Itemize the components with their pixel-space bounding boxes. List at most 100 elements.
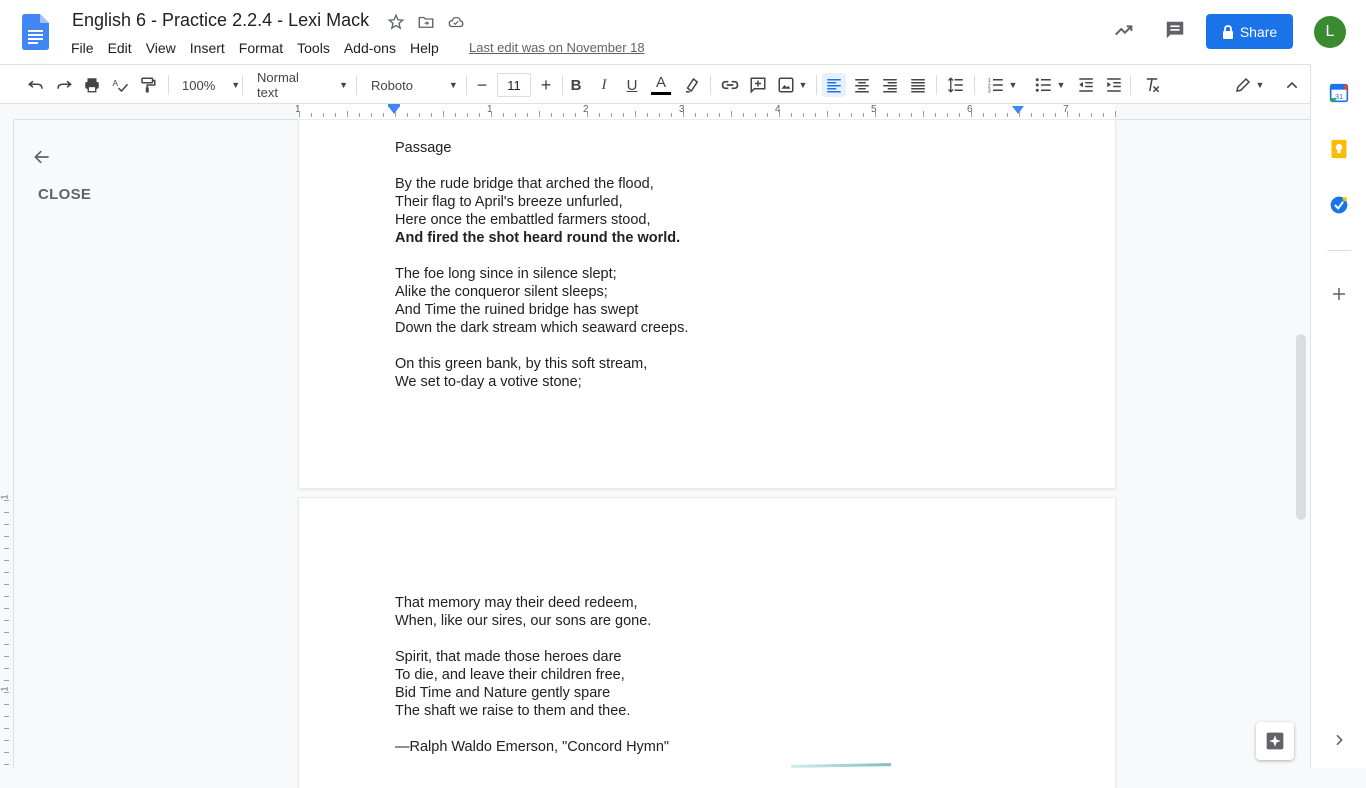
align-left-icon[interactable] <box>822 73 846 97</box>
horizontal-ruler[interactable]: 1 1 2 3 4 5 6 7 <box>14 104 1310 120</box>
menu-edit[interactable]: Edit <box>101 38 139 58</box>
ruler-tick <box>311 113 312 117</box>
docs-logo-icon[interactable] <box>22 14 49 50</box>
menu-addons[interactable]: Add-ons <box>337 38 403 58</box>
increase-indent-icon[interactable] <box>1102 73 1126 97</box>
decrease-font-size-icon[interactable]: − <box>470 73 494 97</box>
left-indent-marker[interactable] <box>388 106 400 114</box>
toolbar-divider <box>974 75 975 95</box>
vertical-ruler-tick <box>4 644 9 645</box>
back-arrow-icon[interactable] <box>32 147 52 167</box>
menu-insert[interactable]: Insert <box>183 38 232 58</box>
calendar-icon[interactable]: 31 <box>1329 83 1349 103</box>
toolbar-divider <box>242 75 243 95</box>
menu-file[interactable]: File <box>64 38 101 58</box>
ruler-tick <box>347 111 348 117</box>
chevron-down-icon: ▼ <box>1008 80 1018 90</box>
vertical-ruler-tick <box>4 632 9 633</box>
document-title[interactable]: English 6 - Practice 2.2.4 - Lexi Mack <box>72 10 369 31</box>
text-line: —Ralph Waldo Emerson, "Concord Hymn" <box>395 739 670 755</box>
align-center-icon[interactable] <box>850 73 874 97</box>
ruler-tick <box>779 111 780 117</box>
toolbar-divider <box>562 75 563 95</box>
numbered-list-icon[interactable]: 123 ▼ <box>982 73 1022 97</box>
redo-icon[interactable] <box>52 73 76 97</box>
clear-formatting-icon[interactable] <box>1140 73 1164 97</box>
ruler-tick <box>335 113 336 117</box>
avatar[interactable]: L <box>1314 16 1346 48</box>
paint-format-icon[interactable] <box>136 73 160 97</box>
close-outline-button[interactable]: CLOSE <box>38 186 91 203</box>
chevron-down-icon: ▼ <box>448 80 458 90</box>
text-line: Passage <box>395 140 452 156</box>
align-right-icon[interactable] <box>878 73 902 97</box>
undo-icon[interactable] <box>24 73 48 97</box>
comments-icon[interactable] <box>1163 18 1187 42</box>
share-button[interactable]: Share <box>1206 14 1293 49</box>
explore-button[interactable] <box>1256 722 1294 760</box>
chevron-down-icon: ▼ <box>1255 80 1265 90</box>
vertical-ruler-tick <box>4 572 9 573</box>
increase-font-size-icon[interactable]: + <box>534 73 558 97</box>
underline-icon[interactable]: U <box>620 73 644 97</box>
vertical-scrollbar[interactable] <box>1296 334 1306 520</box>
move-folder-icon[interactable] <box>416 12 436 32</box>
vertical-ruler-number: 1 <box>0 686 10 692</box>
ruler-tick <box>923 111 924 117</box>
toolbar-divider <box>816 75 817 95</box>
menu-help[interactable]: Help <box>403 38 446 58</box>
star-icon[interactable] <box>386 12 406 32</box>
ruler-tick <box>659 113 660 117</box>
ruler-tick <box>551 113 552 117</box>
activity-dashboard-icon[interactable] <box>1112 18 1136 42</box>
vertical-ruler[interactable]: 1 1 <box>0 120 14 768</box>
vertical-ruler-tick <box>4 500 9 501</box>
menu-tools[interactable]: Tools <box>290 38 337 58</box>
zoom-select[interactable]: 100% ▼ <box>176 73 240 97</box>
ruler-tick <box>623 113 624 117</box>
svg-text:3: 3 <box>987 89 990 95</box>
vertical-ruler-tick <box>4 668 9 669</box>
hide-menus-chevron-up-icon[interactable] <box>1280 73 1304 97</box>
last-edit-link[interactable]: Last edit was on November 18 <box>469 40 645 55</box>
add-addon-icon[interactable] <box>1329 284 1349 304</box>
right-indent-marker[interactable] <box>1012 106 1024 114</box>
menu-view[interactable]: View <box>139 38 183 58</box>
bold-icon[interactable]: B <box>564 73 588 97</box>
editing-mode-icon[interactable]: ▼ <box>1230 73 1268 97</box>
highlight-color-icon[interactable] <box>680 73 704 97</box>
insert-image-icon[interactable]: ▼ <box>774 73 810 97</box>
ruler-tick <box>371 113 372 117</box>
font-size-input[interactable]: 11 <box>497 73 531 97</box>
ruler-tick <box>635 111 636 117</box>
expand-panel-chevron-right-icon[interactable] <box>1329 730 1349 750</box>
font-family-select[interactable]: Roboto ▼ <box>366 73 462 97</box>
print-icon[interactable] <box>80 73 104 97</box>
ruler-tick <box>887 113 888 117</box>
bulleted-list-icon[interactable]: ▼ <box>1030 73 1070 97</box>
side-panel-divider <box>1327 250 1351 251</box>
document-page-2[interactable]: That memory may their deed redeem, When, … <box>299 498 1115 788</box>
italic-icon[interactable]: I <box>592 73 616 97</box>
ruler-tick <box>1091 113 1092 117</box>
menu-format[interactable]: Format <box>232 38 290 58</box>
decrease-indent-icon[interactable] <box>1074 73 1098 97</box>
add-comment-icon[interactable] <box>746 73 770 97</box>
ruler-tick <box>755 113 756 117</box>
insert-link-icon[interactable] <box>718 73 742 97</box>
paragraph-style-select[interactable]: Normal text ▼ <box>252 70 348 100</box>
ruler-tick <box>1007 113 1008 117</box>
text-color-icon[interactable]: A <box>648 73 674 97</box>
explore-sparkle-icon <box>1266 732 1284 750</box>
app-header: English 6 - Practice 2.2.4 - Lexi Mack F… <box>0 0 1366 64</box>
align-justify-icon[interactable] <box>906 73 930 97</box>
line-spacing-icon[interactable] <box>944 73 968 97</box>
keep-icon[interactable] <box>1329 139 1349 159</box>
spellcheck-icon[interactable]: A <box>108 73 132 97</box>
text-line: Spirit, that made those heroes dare <box>395 649 622 665</box>
document-page-1[interactable]: Passage By the rude bridge that arched th… <box>299 120 1115 488</box>
ruler-tick <box>695 113 696 117</box>
tasks-icon[interactable] <box>1329 195 1349 215</box>
ruler-tick <box>299 111 300 117</box>
cloud-status-icon[interactable] <box>446 12 466 32</box>
